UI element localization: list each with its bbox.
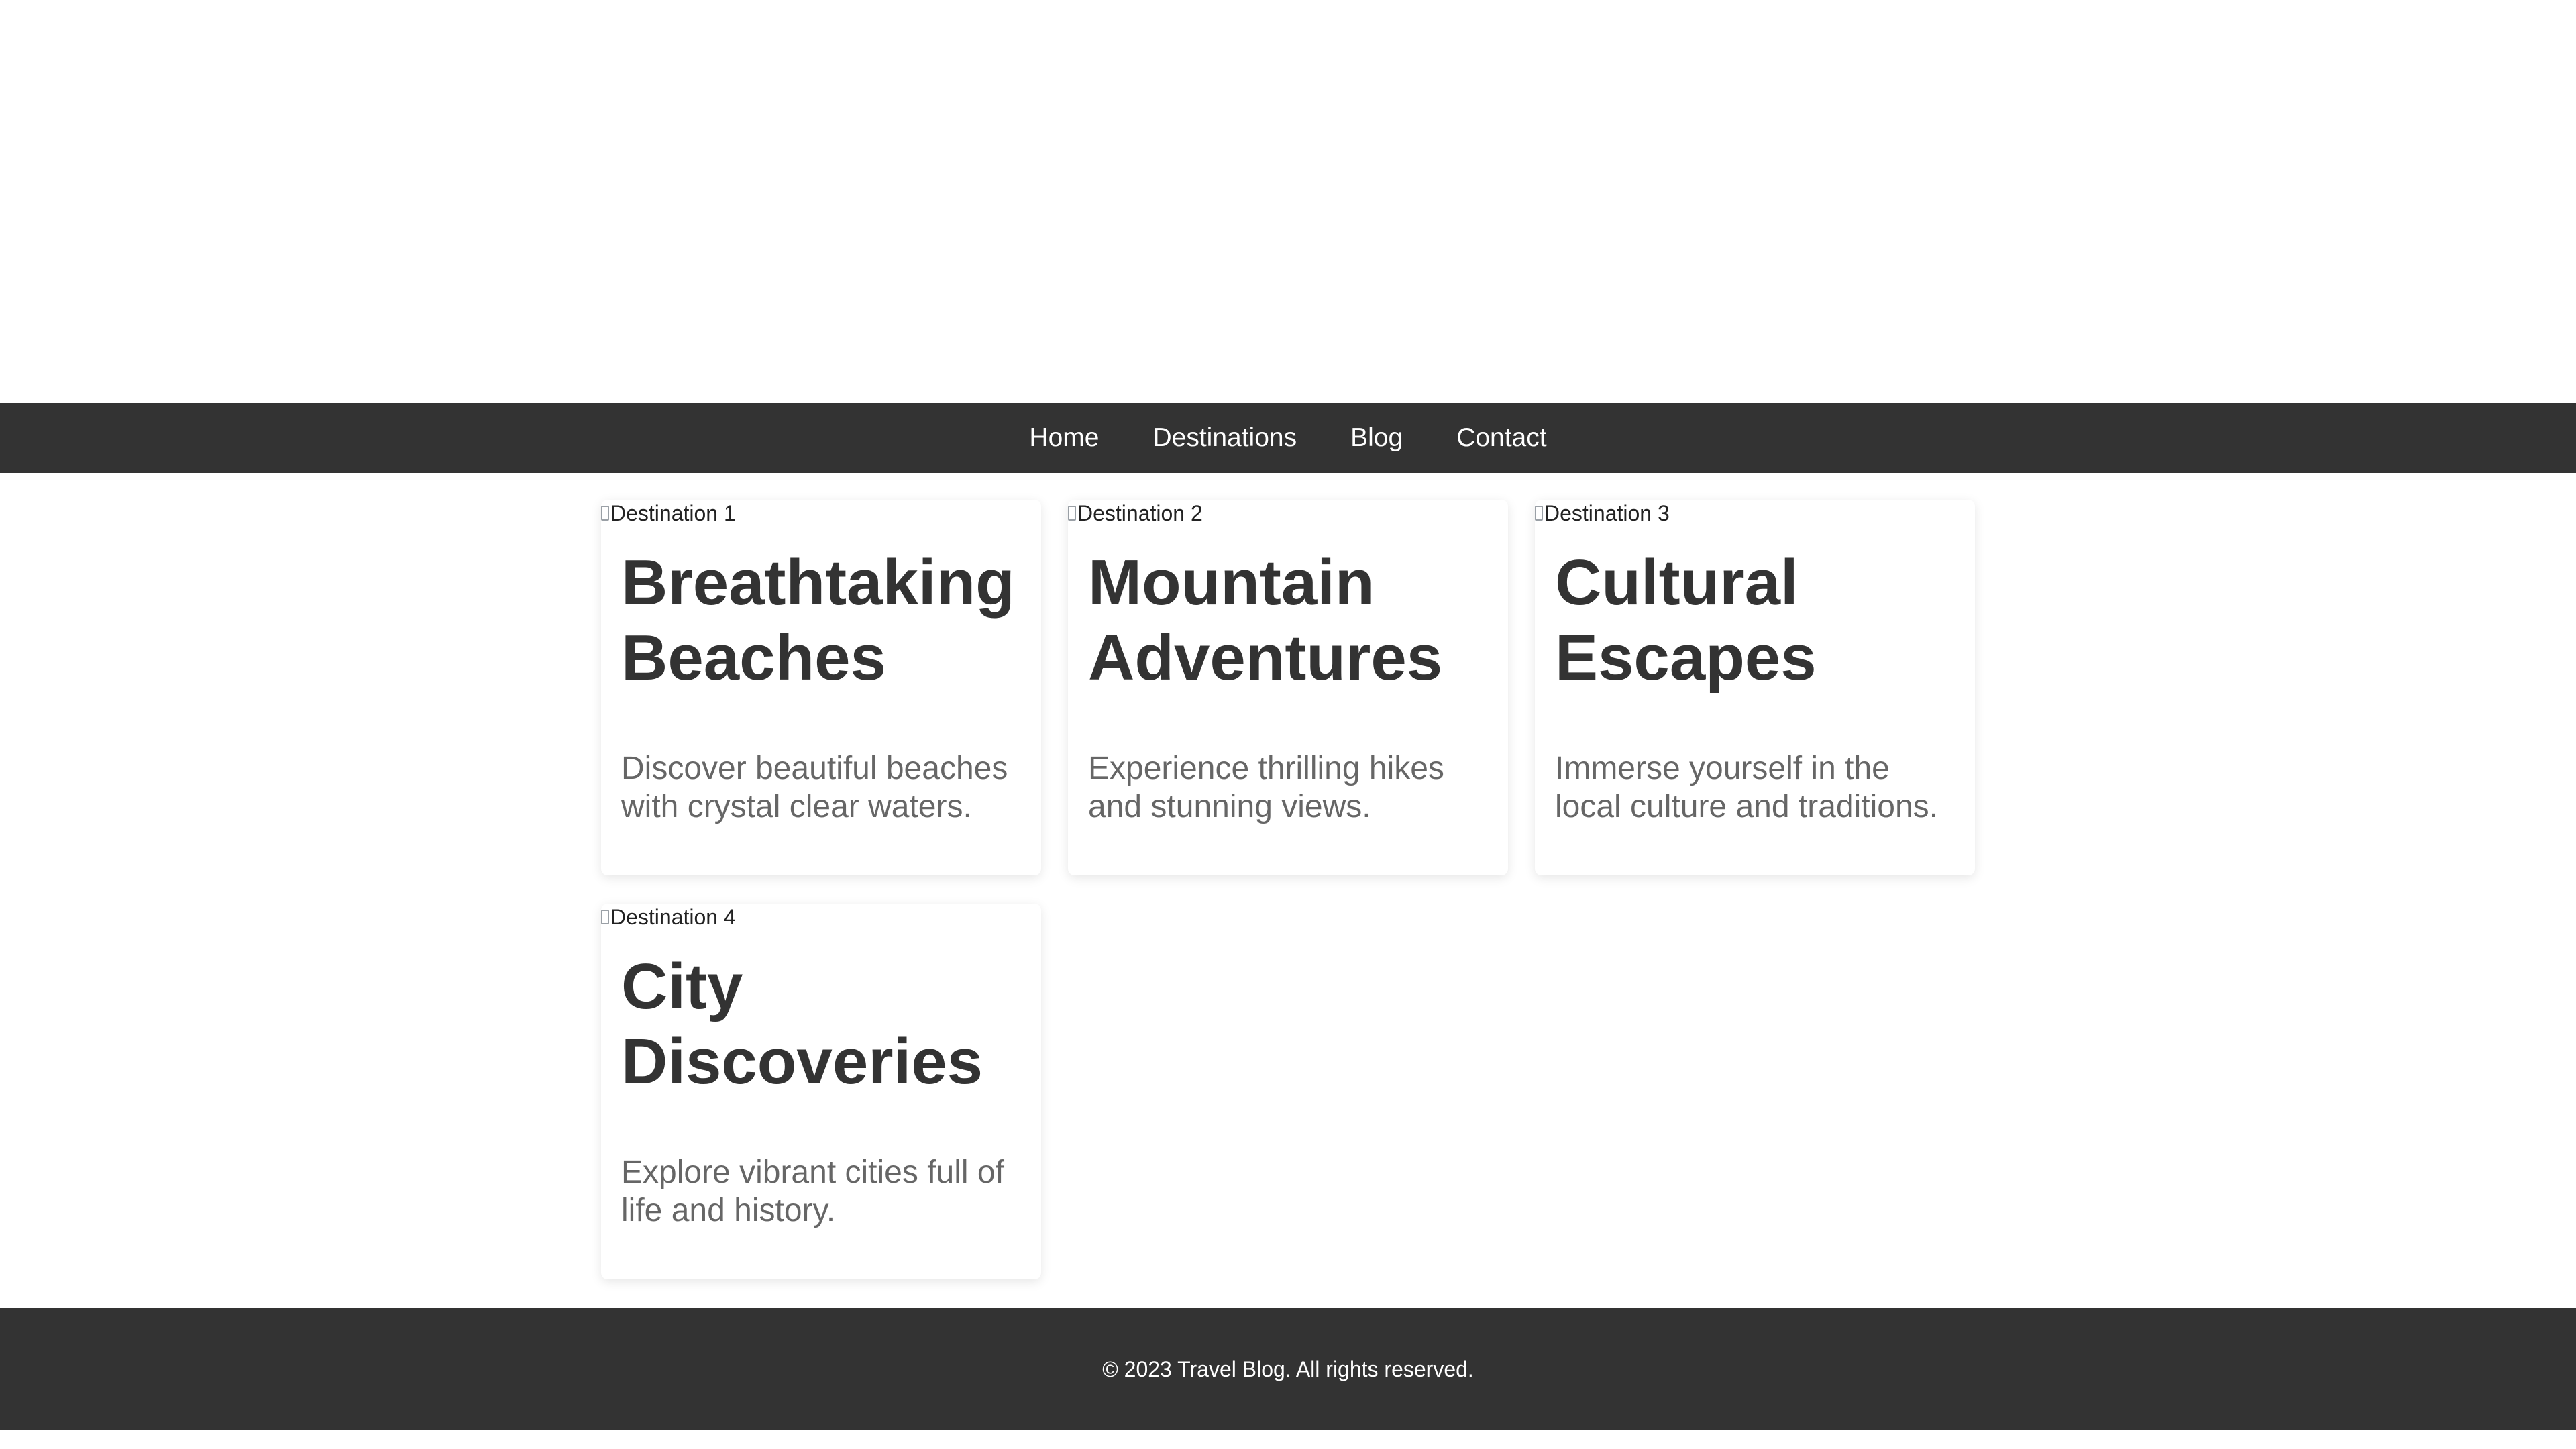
card-title: Cultural Escapes bbox=[1555, 547, 1817, 694]
nav-link-contact[interactable]: Contact bbox=[1456, 423, 1546, 453]
broken-image-icon bbox=[601, 910, 609, 924]
destination-card[interactable]: Destination 1 Breathtaking Beaches Disco… bbox=[601, 500, 1041, 875]
card-description: Discover beautiful beaches with crystal … bbox=[621, 751, 1008, 824]
image-alt-text: Destination 1 bbox=[610, 500, 736, 525]
destination-image: Destination 4 bbox=[601, 904, 1041, 930]
image-alt-text: Destination 3 bbox=[1544, 500, 1670, 525]
card-description: Immerse yourself in the local culture an… bbox=[1555, 751, 1938, 824]
nav-link-destinations[interactable]: Destinations bbox=[1152, 423, 1297, 453]
destination-image: Destination 2 bbox=[1068, 500, 1508, 527]
destinations-grid: Destination 1 Breathtaking Beaches Disco… bbox=[0, 473, 2576, 1308]
card-title: Breathtaking Beaches bbox=[621, 547, 1015, 694]
nav-link-blog[interactable]: Blog bbox=[1350, 423, 1403, 453]
destination-card[interactable]: Destination 4 City Discoveries Explore v… bbox=[601, 904, 1041, 1279]
destination-image: Destination 1 bbox=[601, 500, 1041, 527]
image-alt-text: Destination 2 bbox=[1077, 500, 1203, 525]
destination-card[interactable]: Destination 2 Mountain Adventures Experi… bbox=[1068, 500, 1508, 875]
nav-link-home[interactable]: Home bbox=[1029, 423, 1099, 453]
card-title: Mountain Adventures bbox=[1088, 547, 1443, 694]
hero-banner-area bbox=[0, 0, 2576, 402]
page-footer: © 2023 Travel Blog. All rights reserved. bbox=[0, 1308, 2576, 1430]
broken-image-icon bbox=[601, 506, 609, 521]
card-description: Explore vibrant cities full of life and … bbox=[621, 1155, 1004, 1228]
card-title: City Discoveries bbox=[621, 951, 983, 1097]
broken-image-icon bbox=[1535, 506, 1543, 521]
destination-image: Destination 3 bbox=[1535, 500, 1975, 527]
broken-image-icon bbox=[1068, 506, 1076, 521]
footer-copyright: © 2023 Travel Blog. All rights reserved. bbox=[1102, 1356, 1474, 1381]
destination-card[interactable]: Destination 3 Cultural Escapes Immerse y… bbox=[1535, 500, 1975, 875]
image-alt-text: Destination 4 bbox=[610, 904, 736, 929]
card-description: Experience thrilling hikes and stunning … bbox=[1088, 751, 1444, 824]
main-navigation: Home Destinations Blog Contact bbox=[0, 402, 2576, 473]
